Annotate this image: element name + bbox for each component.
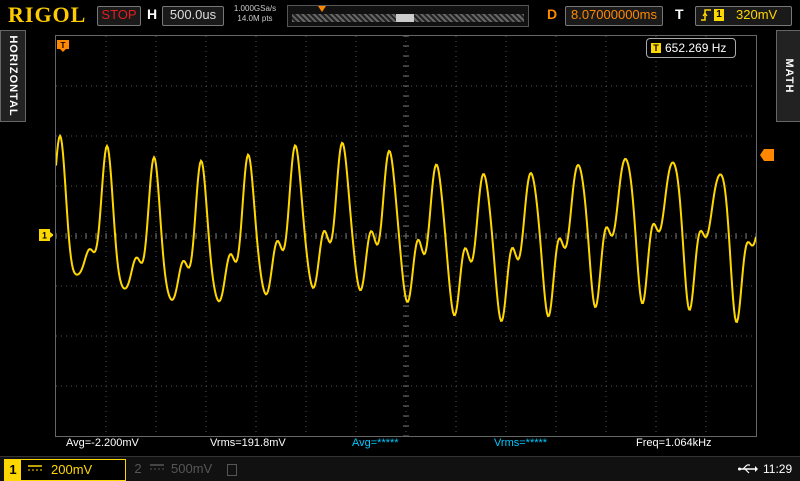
trigger-position-icon: [318, 6, 326, 12]
measurement-ch1-vrms: Vrms=191.8mV: [210, 437, 286, 449]
ch2-dc-coupling-icon: [149, 459, 165, 479]
ch2-number: 2: [134, 461, 142, 476]
trigger-position-marker: T: [57, 40, 69, 52]
measurement-ch1-avg: Avg=-2.200mV: [66, 437, 139, 449]
ch2-bandwidth-icon: [227, 464, 237, 476]
ch2-scale: 500mV: [171, 461, 213, 476]
ch1-number: 1: [5, 460, 21, 480]
channel-status-bar: 1 200mV 2 500mV 11:29: [0, 456, 800, 481]
run-stop-status[interactable]: STOP: [97, 6, 141, 26]
acquisition-info: 1.000GSa/s 14.0M pts: [230, 4, 280, 24]
rising-edge-icon: [700, 7, 712, 27]
ch2-settings[interactable]: 2 500mV: [127, 459, 237, 479]
memory-window: [396, 14, 414, 22]
clock: 11:29: [763, 462, 793, 476]
horizontal-menu-tab[interactable]: HORIZONTAL: [0, 30, 26, 122]
ch1-scale: 200mV: [51, 462, 93, 477]
memory-position-bar[interactable]: [287, 5, 529, 27]
memory-depth: 14.0M pts: [237, 14, 273, 23]
rigol-logo: RIGOL: [8, 2, 87, 27]
trigger-channel: 1: [714, 9, 724, 21]
usb-icon: [738, 464, 758, 474]
measurement-ch2-avg: Avg=*****: [352, 437, 399, 449]
trigger-level: 320mV: [736, 7, 778, 22]
delay-value[interactable]: 8.07000000ms: [565, 6, 663, 26]
dc-coupling-icon: [27, 460, 43, 480]
frequency-counter-value: 652.269 Hz: [665, 41, 727, 55]
horizontal-tab-label: HORIZONTAL: [7, 35, 19, 117]
top-status-bar: RIGOL STOP H 500.0us 1.000GSa/s 14.0M pt…: [0, 0, 800, 30]
horizontal-label: H: [147, 6, 158, 22]
ch1-waveform: [56, 133, 756, 324]
measurement-ch2-vrms: Vrms=*****: [494, 437, 548, 449]
measurement-frequency: Freq=1.064kHz: [636, 437, 712, 449]
delay-label: D: [547, 6, 558, 22]
ch1-offset-label: 1: [42, 231, 47, 241]
trigger-settings[interactable]: 1 320mV: [695, 6, 792, 26]
ch1-offset-marker[interactable]: 1: [39, 229, 53, 241]
trigger-label: T: [675, 6, 684, 22]
sample-rate: 1.000GSa/s: [233, 4, 277, 13]
math-tab-label: MATH: [783, 58, 795, 94]
frequency-counter-icon: T: [651, 43, 661, 53]
math-menu-tab[interactable]: MATH: [776, 30, 800, 122]
waveform-display[interactable]: [55, 35, 757, 437]
ch1-settings[interactable]: 1 200mV: [4, 459, 126, 481]
timebase-value[interactable]: 500.0us: [162, 6, 224, 26]
trigger-position-marker-label: T: [61, 41, 66, 50]
trigger-level-marker[interactable]: [760, 149, 774, 161]
frequency-counter: T 652.269 Hz: [646, 38, 736, 58]
